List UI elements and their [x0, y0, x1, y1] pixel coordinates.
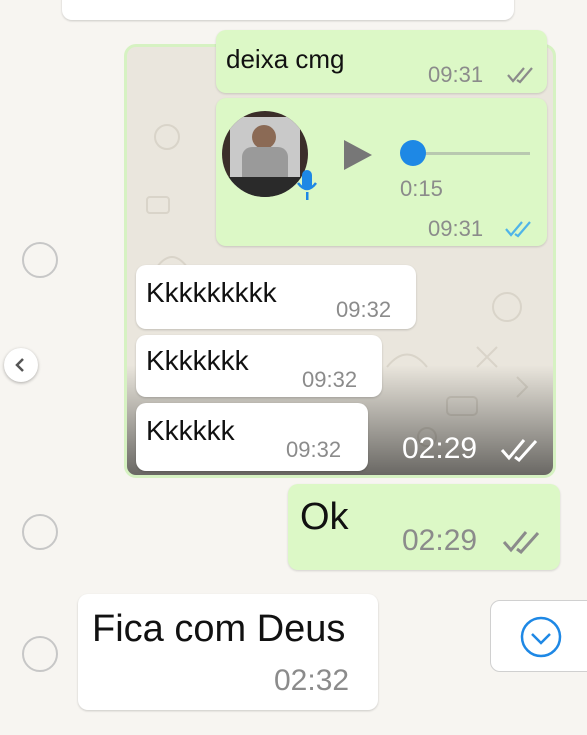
outgoing-bubble-partial[interactable]: deixa cmg 09:31 [216, 30, 547, 93]
double-check-icon [502, 531, 540, 554]
incoming-bubble[interactable]: Kkkkkk 09:32 [136, 403, 368, 471]
message-time: 02:32 [274, 664, 350, 697]
voice-message-bubble[interactable]: 0:15 09:31 [216, 98, 547, 246]
audio-duration: 0:15 [400, 176, 443, 201]
microphone-icon [297, 170, 317, 200]
chevron-down-circle-icon [520, 616, 562, 658]
select-circle[interactable] [22, 636, 58, 672]
message-time: 09:32 [336, 297, 392, 322]
message-text: Kkkkkkk [146, 345, 249, 376]
message-text: Ok [300, 496, 349, 538]
select-circle[interactable] [22, 242, 58, 278]
message-time: 09:31 [428, 216, 484, 241]
message-text: Kkkkkkkkk [146, 277, 277, 308]
scroll-to-bottom-button[interactable] [490, 600, 587, 672]
overlay-time: 02:29 [402, 432, 478, 465]
chevron-left-icon [15, 358, 24, 372]
cut-off-message-bubble [62, 0, 514, 20]
incoming-bubble[interactable]: Fica com Deus 02:32 [78, 594, 378, 710]
message-text: Fica com Deus [92, 608, 346, 650]
message-time: 09:32 [302, 367, 358, 392]
message-time: 09:32 [286, 437, 342, 462]
select-circle[interactable] [22, 514, 58, 550]
message-time: 09:31 [428, 62, 484, 87]
play-icon[interactable] [342, 138, 374, 172]
double-check-read-icon [505, 221, 531, 238]
message-time: 02:29 [402, 524, 478, 557]
double-check-icon [500, 439, 538, 462]
incoming-bubble[interactable]: Kkkkkkkkk 09:32 [136, 265, 416, 329]
message-text: deixa cmg [226, 44, 345, 74]
previous-arrow-button[interactable] [4, 348, 38, 382]
outgoing-bubble[interactable]: Ok 02:29 [288, 484, 560, 570]
audio-progress-knob[interactable] [400, 140, 426, 166]
incoming-bubble[interactable]: Kkkkkkk 09:32 [136, 335, 382, 397]
message-text: Kkkkkk [146, 415, 235, 446]
double-check-icon [507, 67, 533, 84]
